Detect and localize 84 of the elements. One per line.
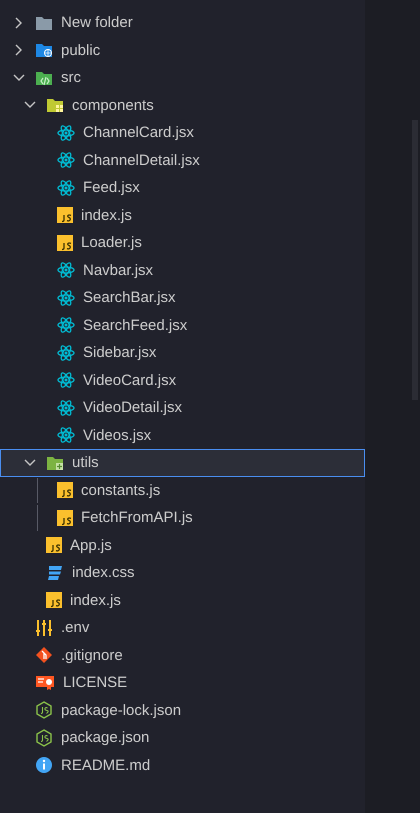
hexagon-icon	[35, 728, 53, 747]
hexagon-icon	[35, 701, 53, 720]
file-name: ChannelCard.jsx	[83, 124, 194, 142]
atom-icon	[57, 124, 75, 142]
file-name: LICENSE	[63, 674, 128, 692]
file-row[interactable]: Navbar.jsx	[0, 256, 365, 284]
file-row[interactable]: ChannelDetail.jsx	[0, 146, 365, 174]
file-row[interactable]: .gitignore	[0, 642, 365, 669]
file-name: New folder	[61, 14, 133, 32]
atom-icon	[57, 371, 75, 390]
file-name: Videos.jsx	[83, 426, 152, 444]
file-row[interactable]: SearchFeed.jsx	[0, 312, 365, 339]
js-file-icon	[46, 537, 62, 554]
file-row[interactable]: index.js	[0, 202, 365, 229]
folder-row[interactable]: New folder	[0, 9, 365, 36]
file-name: index.js	[70, 592, 121, 609]
file-name: Loader.js	[81, 234, 142, 252]
grid-folder-icon	[46, 97, 64, 114]
atom-icon	[57, 426, 75, 444]
file-name: SearchFeed.jsx	[83, 316, 188, 334]
plus-folder-icon	[46, 454, 64, 471]
file-row[interactable]: VideoCard.jsx	[0, 366, 365, 394]
js-file-icon	[57, 207, 73, 224]
atom-icon	[57, 261, 75, 280]
file-name: package-lock.json	[61, 702, 182, 719]
file-name: App.js	[70, 536, 112, 554]
file-row[interactable]: LICENSE	[0, 669, 365, 696]
atom-icon	[57, 178, 75, 197]
git-icon	[35, 646, 53, 664]
globe-folder-icon	[35, 42, 53, 58]
file-row[interactable]: Feed.jsx	[0, 174, 365, 202]
info-icon	[35, 756, 53, 774]
file-name: SearchBar.jsx	[83, 289, 176, 306]
js-file-icon	[57, 234, 73, 251]
file-row[interactable]: package.json	[0, 724, 365, 752]
atom-icon	[57, 288, 75, 307]
file-row[interactable]: README.md	[0, 752, 365, 779]
sliders-icon	[35, 618, 53, 637]
file-row[interactable]: .env	[0, 614, 365, 642]
file-row[interactable]: Videos.jsx	[0, 422, 365, 449]
js-file-icon	[46, 592, 62, 608]
folder-row[interactable]: utils	[0, 449, 365, 476]
file-name: index.css	[72, 564, 135, 582]
file-row[interactable]: VideoDetail.jsx	[0, 394, 365, 422]
file-name: Sidebar.jsx	[83, 344, 156, 362]
file-row[interactable]: Loader.js	[0, 229, 365, 256]
file-name: index.js	[81, 206, 132, 224]
file-row[interactable]: App.js	[0, 532, 365, 559]
file-name: utils	[72, 454, 99, 472]
code-folder-icon	[35, 70, 53, 86]
folder-icon	[35, 14, 53, 31]
css-file-icon	[46, 564, 64, 582]
file-name: ChannelDetail.jsx	[83, 152, 200, 169]
atom-icon	[57, 344, 75, 362]
file-name: src	[61, 69, 81, 86]
file-name: VideoCard.jsx	[83, 372, 176, 389]
file-row[interactable]: ChannelCard.jsx	[0, 119, 365, 146]
js-file-icon	[57, 482, 73, 498]
file-row[interactable]: constants.js	[0, 476, 365, 504]
atom-icon	[57, 151, 75, 170]
file-name: VideoDetail.jsx	[83, 399, 182, 416]
file-row[interactable]: FetchFromAPI.js	[0, 504, 365, 532]
folder-row[interactable]: src	[0, 64, 365, 92]
file-row[interactable]: Sidebar.jsx	[0, 339, 365, 366]
js-file-icon	[57, 510, 73, 526]
file-name: README.md	[61, 756, 150, 774]
folder-row[interactable]: components	[0, 92, 365, 119]
file-row[interactable]: SearchBar.jsx	[0, 284, 365, 312]
atom-icon	[57, 398, 75, 417]
certificate-icon	[35, 674, 55, 691]
file-row[interactable]: index.js	[0, 586, 365, 614]
file-name: components	[72, 96, 154, 114]
file-name: .env	[61, 619, 90, 636]
file-name: public	[61, 42, 100, 59]
file-name: .gitignore	[61, 646, 123, 664]
file-row[interactable]: index.css	[0, 559, 365, 586]
atom-icon	[57, 316, 75, 334]
file-name: FetchFromAPI.js	[81, 509, 193, 526]
file-name: package.json	[61, 729, 150, 746]
folder-row[interactable]: public	[0, 36, 365, 64]
file-row[interactable]: package-lock.json	[0, 696, 365, 724]
file-name: Feed.jsx	[83, 179, 140, 196]
file-name: constants.js	[81, 482, 160, 499]
file-name: Navbar.jsx	[83, 262, 154, 279]
